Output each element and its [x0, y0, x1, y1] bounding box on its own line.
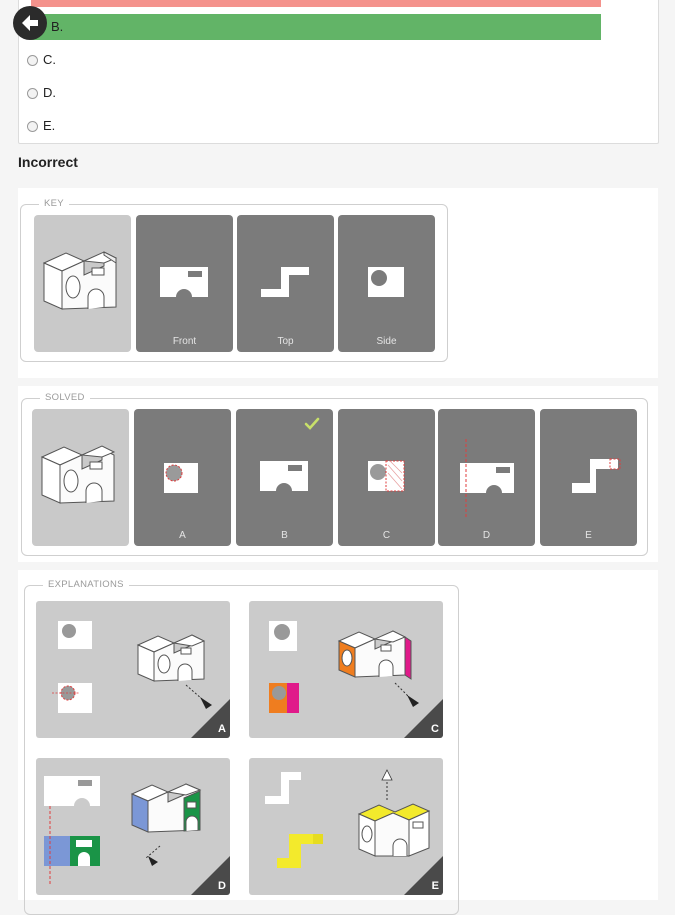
- solved-tile-a[interactable]: A: [134, 409, 231, 546]
- option-b-tile-label: B: [281, 530, 288, 541]
- key-tile-label: Front: [172, 336, 197, 347]
- iso-block-drawing: [42, 251, 118, 310]
- key-tile-side: Side: [338, 215, 435, 352]
- option-d-drawing: [460, 439, 514, 519]
- solved-legend: SOLVED: [40, 392, 90, 404]
- solved-tile-e[interactable]: E: [540, 409, 637, 546]
- radio-d[interactable]: [27, 87, 38, 99]
- key-tile-label: Side: [376, 336, 397, 347]
- option-a-drawing: [164, 463, 198, 493]
- radio-e[interactable]: [27, 120, 38, 132]
- explanation-a-drawing: [52, 621, 230, 738]
- option-e[interactable]: E.: [27, 116, 55, 136]
- option-c-label: C.: [43, 52, 56, 67]
- back-arrow-icon: [22, 15, 38, 31]
- explanation-c-drawing: [269, 621, 443, 738]
- back-button[interactable]: [13, 6, 47, 40]
- result-status: Incorrect: [18, 154, 78, 170]
- iso-block-drawing: [40, 445, 116, 504]
- option-e-tile-label: E: [585, 530, 592, 541]
- explanation-panel-e: E: [249, 758, 443, 895]
- side-view-drawing: [368, 267, 404, 297]
- option-c-drawing: [368, 460, 405, 492]
- key-legend: KEY: [39, 198, 69, 210]
- explanations-legend: EXPLANATIONS: [43, 579, 129, 591]
- option-e-label: E.: [43, 118, 56, 133]
- top-view-drawing: [261, 267, 309, 297]
- option-d-label: D.: [43, 85, 56, 100]
- solved-tile-iso: [32, 409, 129, 546]
- explanation-e-letter: E: [431, 880, 439, 892]
- correct-answer-highlight[interactable]: B.: [31, 14, 601, 40]
- wrong-answer-highlight: [31, 0, 601, 7]
- solved-tile-d[interactable]: D: [438, 409, 535, 546]
- solved-tile-b[interactable]: B: [236, 409, 333, 546]
- explanation-d-drawing: [44, 776, 230, 895]
- explanation-e-drawing: [265, 769, 443, 895]
- radio-c[interactable]: [27, 54, 38, 66]
- option-c-tile-label: C: [382, 530, 391, 541]
- explanation-panel-a: A: [36, 601, 230, 738]
- key-tile-front: Front: [136, 215, 233, 352]
- key-tile-label: Top: [277, 336, 294, 347]
- explanation-panel-c: C: [249, 601, 443, 738]
- solved-tile-c[interactable]: C: [338, 409, 435, 546]
- option-d[interactable]: D.: [27, 83, 56, 103]
- option-e-drawing: [572, 458, 621, 493]
- explanation-d-letter: D: [218, 880, 226, 892]
- answer-card: B. C. D. E.: [18, 0, 659, 144]
- check-icon: [304, 417, 320, 430]
- option-c[interactable]: C.: [27, 50, 56, 70]
- key-tile-iso: [34, 215, 131, 352]
- option-a-tile-label: A: [179, 530, 186, 541]
- key-tile-top: Top: [237, 215, 334, 352]
- front-view-drawing: [160, 267, 208, 297]
- explanation-panel-d: D: [36, 758, 230, 895]
- explanation-c-letter: C: [431, 723, 439, 735]
- option-d-tile-label: D: [482, 530, 491, 541]
- explanation-a-letter: A: [218, 723, 226, 735]
